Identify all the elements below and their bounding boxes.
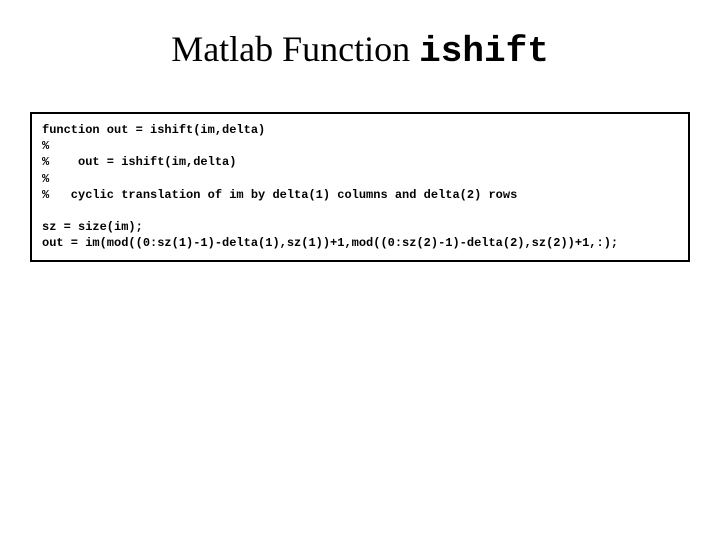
code-line-5: % cyclic translation of im by delta(1) c… [42, 188, 517, 202]
code-line-2: % [42, 139, 49, 153]
code-line-3: % out = ishift(im,delta) [42, 155, 236, 169]
title-prefix: Matlab Function [171, 29, 419, 69]
slide: Matlab Function ishift function out = is… [0, 0, 720, 540]
code-line-4: % [42, 172, 49, 186]
title-mono: ishift [419, 31, 549, 72]
slide-title: Matlab Function ishift [30, 28, 690, 72]
code-line-1: function out = ishift(im,delta) [42, 123, 265, 137]
code-line-7: sz = size(im); [42, 220, 143, 234]
code-block: function out = ishift(im,delta) % % out … [30, 112, 690, 262]
code-line-8: out = im(mod((0:sz(1)-1)-delta(1),sz(1))… [42, 236, 618, 250]
